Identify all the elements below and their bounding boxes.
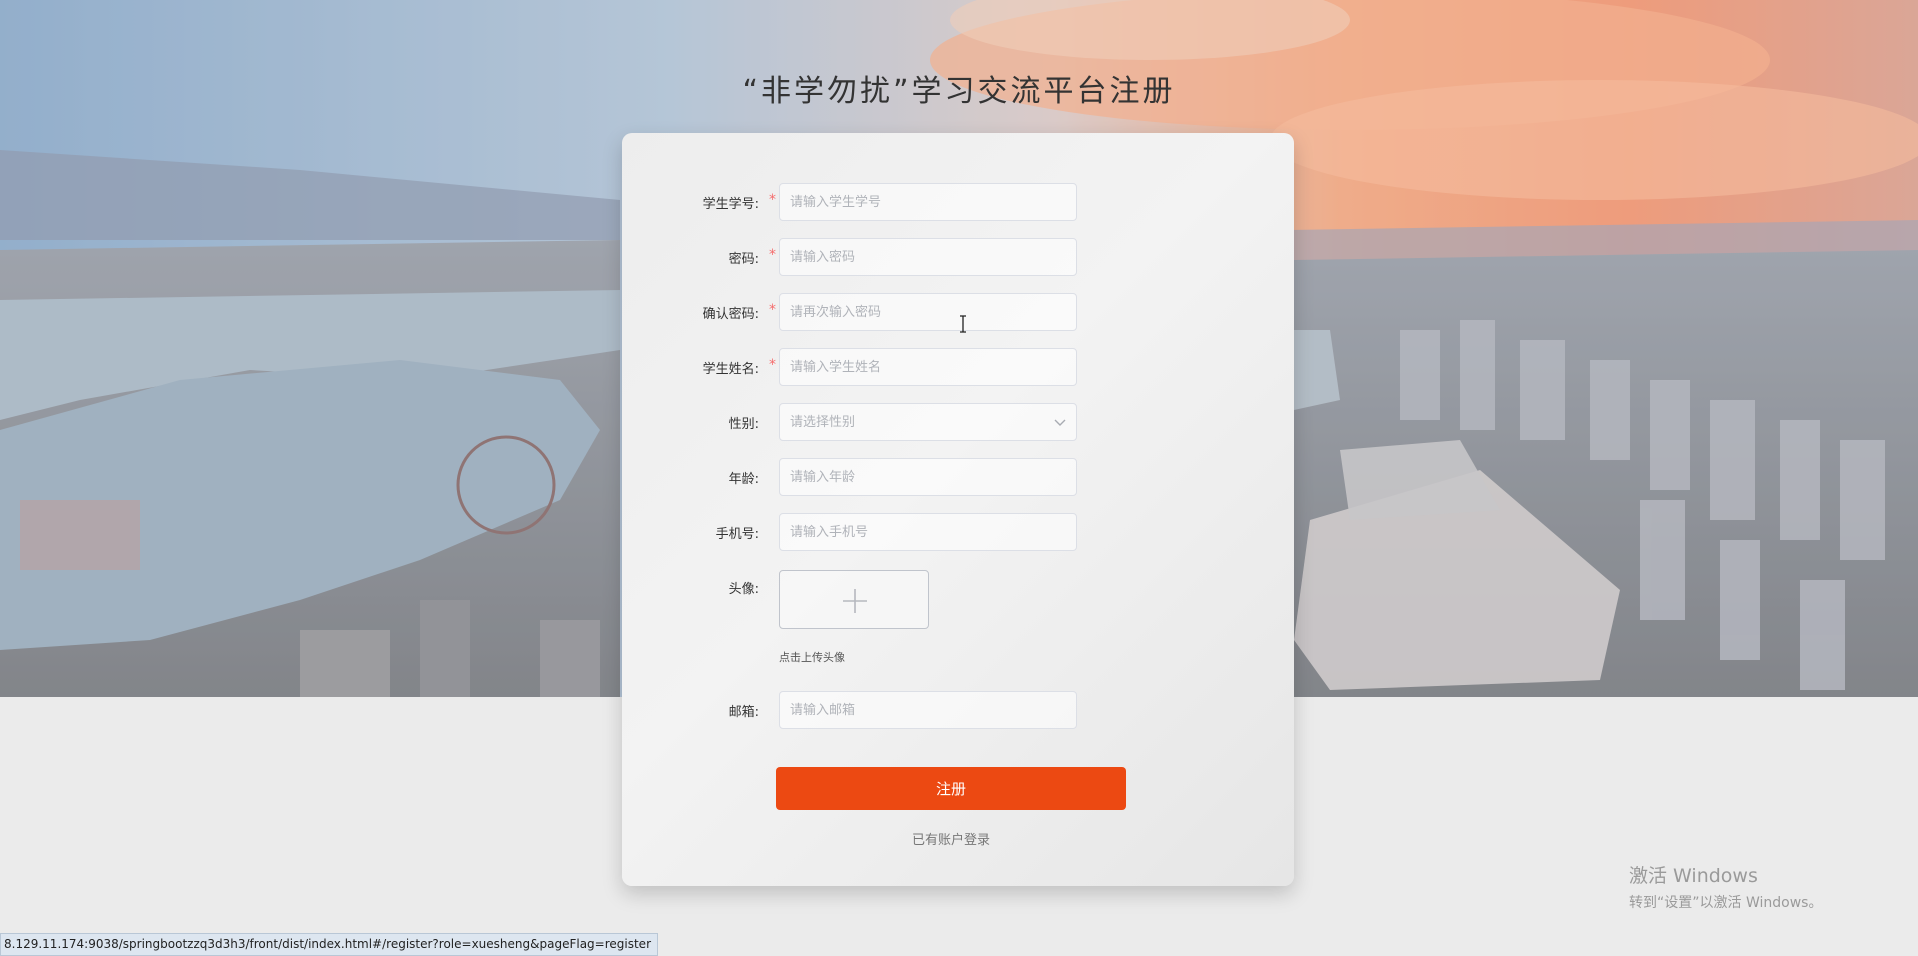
register-form-card: 学生学号: * 密码: * 确认密码: * 学生姓名: * 性别:	[622, 133, 1294, 886]
age-input[interactable]	[779, 458, 1077, 496]
chevron-down-icon[interactable]	[1052, 414, 1068, 430]
form-row-avatar: 头像:	[622, 568, 1294, 608]
form-row-phone: 手机号:	[622, 513, 1294, 553]
student-name-label: 学生姓名:	[702, 362, 759, 377]
form-row-student-id: 学生学号: *	[622, 183, 1294, 223]
register-page: “非学勿扰”学习交流平台注册 学生学号: * 密码: * 确认密码: * 学生姓…	[0, 0, 1918, 956]
avatar-label: 头像:	[728, 582, 759, 597]
status-bar-url: 8.129.11.174:9038/springbootzzq3d3h3/fro…	[0, 933, 658, 956]
watermark-line2: 转到“设置”以激活 Windows。	[1629, 895, 1823, 911]
page-title: “非学勿扰”学习交流平台注册	[742, 74, 1176, 109]
required-mark: *	[769, 247, 776, 263]
student-name-input[interactable]	[779, 348, 1077, 386]
student-id-label: 学生学号:	[702, 197, 759, 212]
email-input[interactable]	[779, 691, 1077, 729]
required-mark: *	[769, 302, 776, 318]
password-label: 密码:	[728, 252, 759, 267]
register-button[interactable]: 注册	[776, 767, 1126, 810]
avatar-hint: 点击上传头像	[779, 651, 845, 664]
form-row-password: 密码: *	[622, 238, 1294, 278]
form-row-age: 年龄:	[622, 458, 1294, 498]
plus-icon	[843, 589, 867, 613]
required-mark: *	[769, 192, 776, 208]
age-label: 年龄:	[728, 472, 759, 487]
text-cursor-icon	[960, 315, 966, 333]
password-input[interactable]	[779, 238, 1077, 276]
gender-label: 性别:	[728, 417, 759, 432]
form-row-student-name: 学生姓名: *	[622, 348, 1294, 388]
avatar-uploader[interactable]	[779, 570, 929, 629]
email-label: 邮箱:	[728, 705, 759, 720]
windows-activation-watermark: 激活 Windows 转到“设置”以激活 Windows。	[1629, 861, 1822, 912]
form-row-gender: 性别:	[622, 403, 1294, 443]
confirm-password-input[interactable]	[779, 293, 1077, 331]
watermark-line1: 激活 Windows	[1629, 865, 1758, 887]
required-mark: *	[769, 357, 776, 373]
phone-label: 手机号:	[715, 527, 759, 542]
student-id-input[interactable]	[779, 183, 1077, 221]
confirm-password-label: 确认密码:	[702, 307, 759, 322]
phone-input[interactable]	[779, 513, 1077, 551]
gender-select[interactable]	[779, 403, 1077, 441]
login-link[interactable]: 已有账户登录	[776, 829, 1126, 848]
form-row-email: 邮箱:	[622, 691, 1294, 731]
